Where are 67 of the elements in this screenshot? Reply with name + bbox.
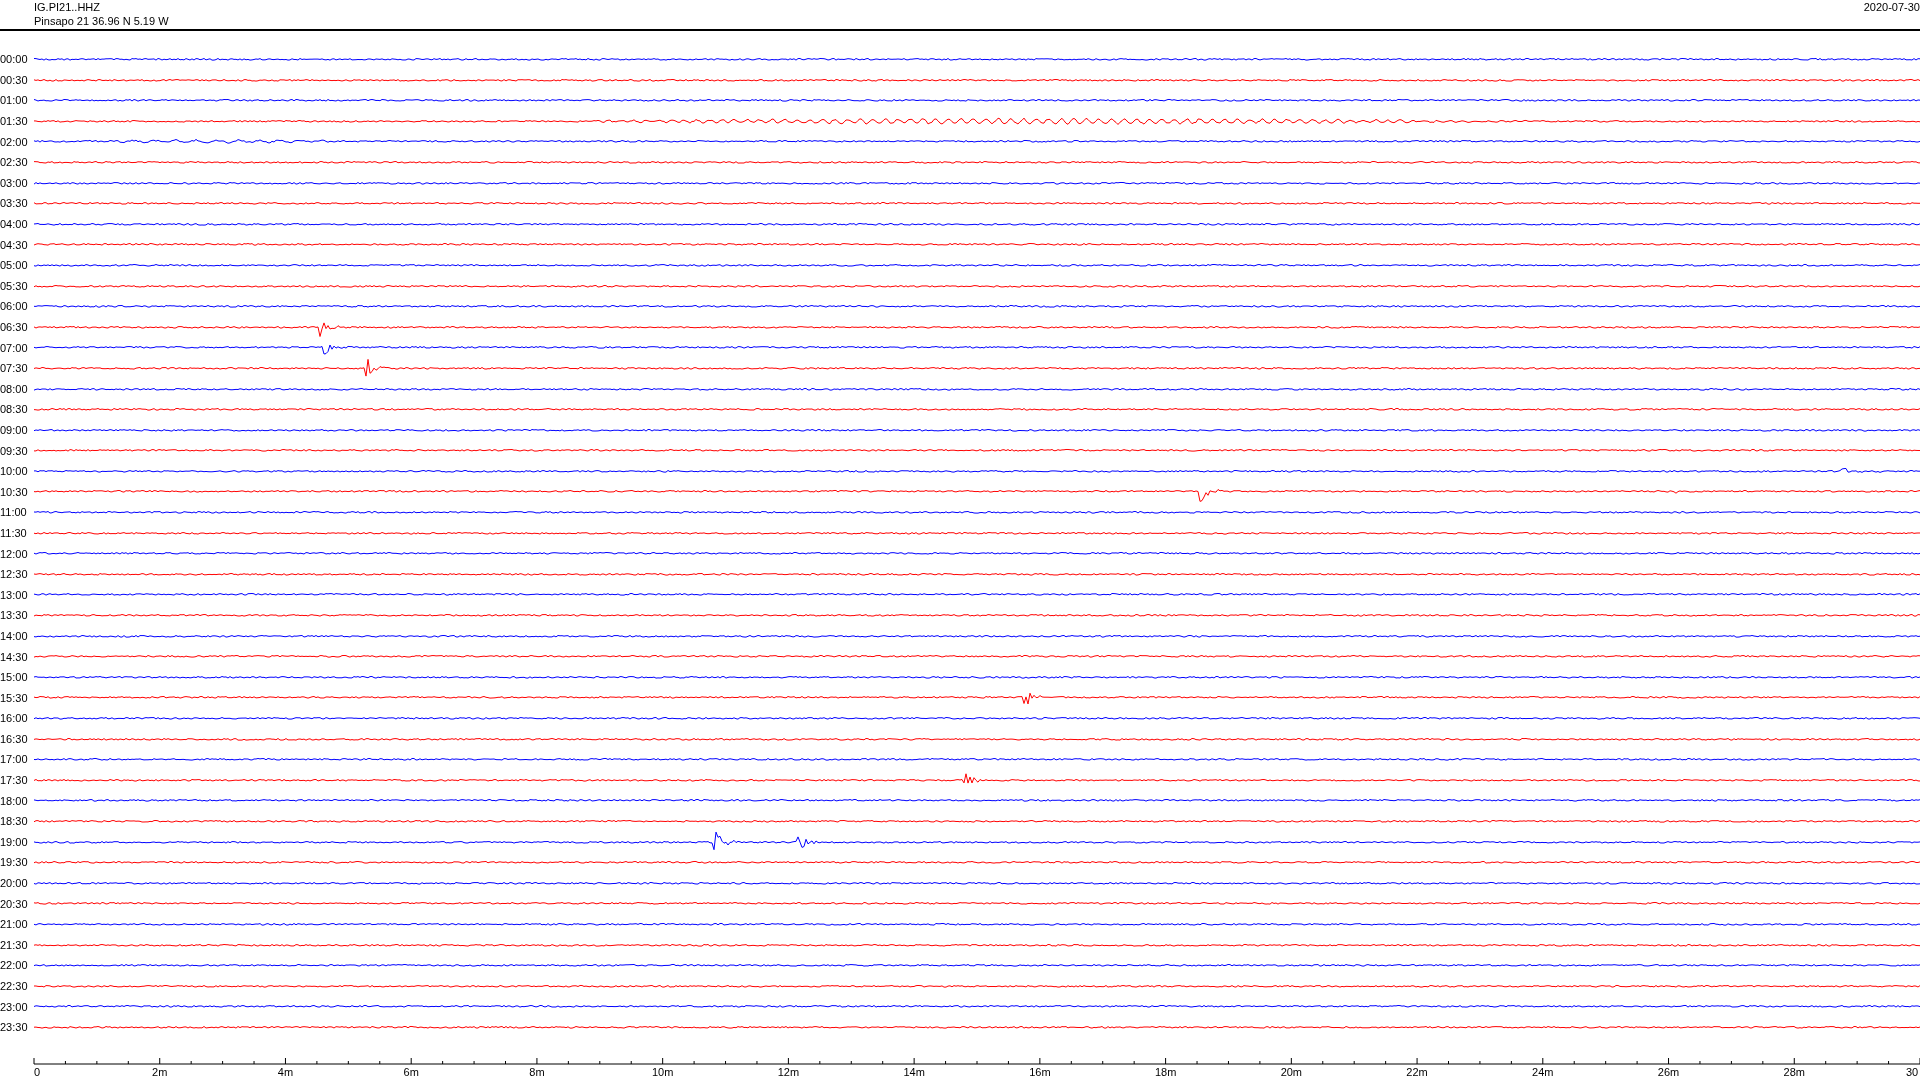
row-time-label: 06:00 xyxy=(0,300,29,313)
row-time-label: 12:00 xyxy=(0,547,29,560)
axis-tick-label: 14m xyxy=(903,1065,925,1079)
row-time-label: 05:00 xyxy=(0,259,29,272)
row-time-label: 00:00 xyxy=(0,53,29,66)
axis-tick-label: 2m xyxy=(152,1065,168,1079)
row-time-label: 22:30 xyxy=(0,980,29,992)
row-time-label: 04:30 xyxy=(0,238,29,251)
row-time-label: 20:00 xyxy=(0,877,29,890)
axis-tick-label: 12m xyxy=(777,1065,800,1079)
row-time-label: 18:00 xyxy=(0,794,29,807)
row-time-label: 17:00 xyxy=(0,753,29,766)
axis-tick-label: 10m xyxy=(651,1065,674,1079)
row-time-label: 21:00 xyxy=(0,918,29,931)
row-time-label: 23:30 xyxy=(0,1021,29,1034)
axis-tick-label: 0 xyxy=(33,1065,41,1079)
row-time-label: 03:00 xyxy=(0,176,29,189)
row-time-label: 02:00 xyxy=(0,135,29,148)
axis-tick-label: 30 xyxy=(1905,1065,1919,1079)
axis-tick-label: 16m xyxy=(1029,1065,1051,1079)
row-time-label: 10:00 xyxy=(0,465,29,478)
row-time-label: 19:00 xyxy=(0,835,29,848)
row-time-label: 07:30 xyxy=(0,362,29,375)
axis-tick-label: 26m xyxy=(1657,1065,1680,1079)
row-time-label: 12:30 xyxy=(0,568,29,581)
row-time-label: 13:00 xyxy=(0,588,29,601)
row-time-label: 03:30 xyxy=(0,197,29,210)
row-time-label: 15:00 xyxy=(0,671,29,684)
row-time-label: 08:00 xyxy=(0,382,29,395)
row-time-label: 01:30 xyxy=(0,115,29,128)
row-time-label: 16:00 xyxy=(0,712,29,725)
row-time-label: 00:30 xyxy=(0,73,29,86)
row-time-label: 14:00 xyxy=(0,629,29,642)
axis-tick-label: 24m xyxy=(1532,1065,1554,1079)
row-time-label: 21:30 xyxy=(0,938,29,951)
row-time-label: 09:30 xyxy=(0,444,29,457)
axis-tick-label: 28m xyxy=(1783,1065,1805,1079)
axis-tick-label: 20m xyxy=(1280,1065,1303,1079)
row-time-label: 15:30 xyxy=(0,691,29,704)
plot-date: 2020-07-30 xyxy=(1863,0,1920,15)
axis-tick-label: 8m xyxy=(529,1065,545,1079)
row-time-label: 14:30 xyxy=(0,650,29,663)
axis-tick-label: 22m xyxy=(1406,1065,1428,1079)
row-time-label: 08:30 xyxy=(0,403,29,416)
row-time-label: 09:00 xyxy=(0,424,29,436)
row-time-label: 06:30 xyxy=(0,321,29,333)
row-time-label: 13:30 xyxy=(0,609,29,622)
row-time-label: 22:00 xyxy=(0,959,29,972)
row-time-label: 17:30 xyxy=(0,774,29,787)
axis-tick-label: 4m xyxy=(277,1065,294,1079)
axis-tick-label: 18m xyxy=(1154,1065,1177,1079)
row-time-label: 01:00 xyxy=(0,94,29,107)
station-location: Pinsapo 21 36.96 N 5.19 W xyxy=(34,14,169,28)
row-time-label: 11:30 xyxy=(0,526,28,539)
station-code: IG.PI21..HHZ xyxy=(34,0,102,14)
row-time-label: 10:30 xyxy=(0,485,29,498)
row-time-label: 05:30 xyxy=(0,279,29,292)
row-time-label: 04:00 xyxy=(0,218,29,231)
row-time-label: 16:30 xyxy=(0,732,29,745)
row-time-label: 23:00 xyxy=(0,1000,29,1013)
row-time-label: 18:30 xyxy=(0,815,29,828)
row-time-label: 11:00 xyxy=(0,506,28,519)
row-time-label: 20:30 xyxy=(0,897,29,910)
row-time-label: 07:00 xyxy=(0,341,29,354)
row-time-label: 19:30 xyxy=(0,856,29,869)
axis-tick-label: 6m xyxy=(403,1065,419,1079)
row-time-label: 02:30 xyxy=(0,156,29,169)
